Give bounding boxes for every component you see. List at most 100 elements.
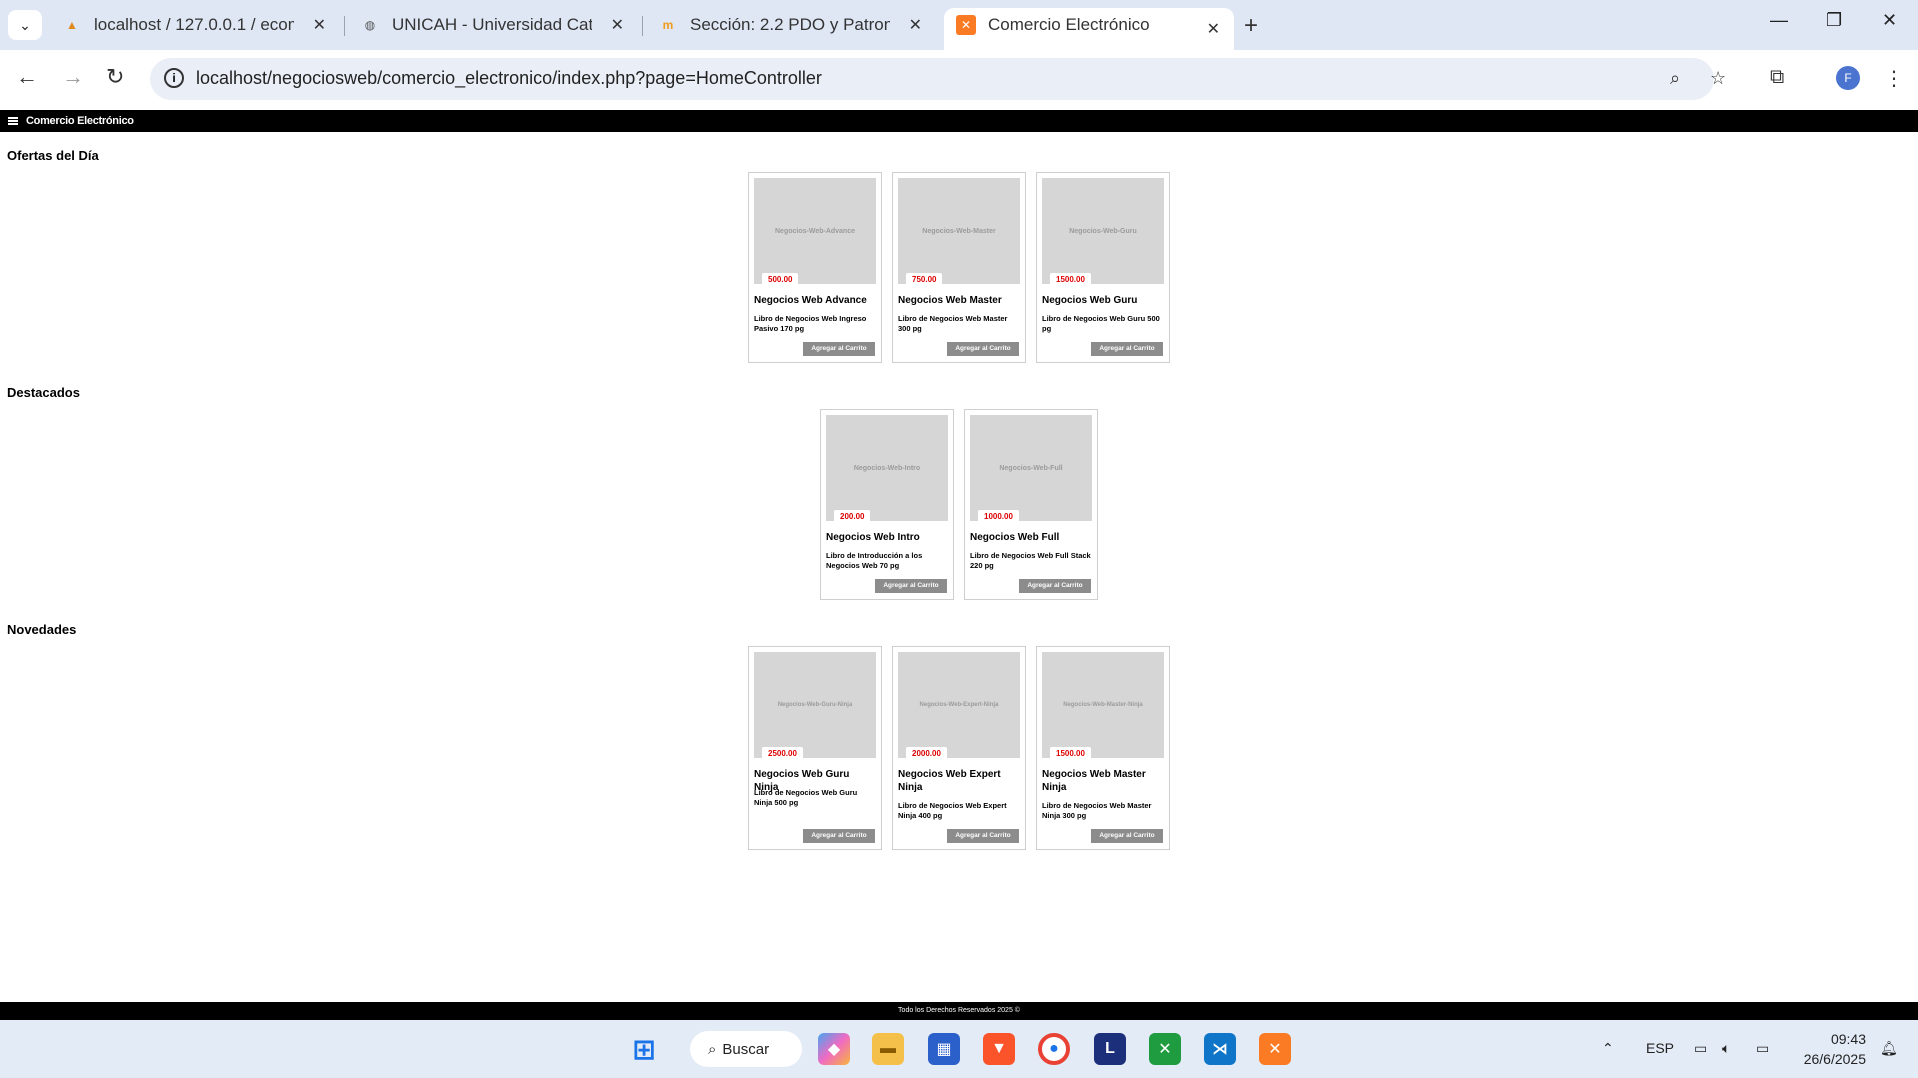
add-to-cart-button[interactable]: Agregar al Carrito — [1091, 342, 1163, 356]
product-image: Negocios-Web-Master-Ninja 1500.00 — [1042, 652, 1164, 760]
extensions-icon[interactable]: ⧉ — [1770, 66, 1784, 89]
site-title[interactable]: Comercio Electrónico — [26, 115, 134, 127]
product-price: 1500.00 — [1050, 273, 1091, 286]
menu-dots-icon[interactable]: ⋮ — [1884, 66, 1904, 91]
language-indicator[interactable]: ESP — [1646, 1040, 1674, 1056]
add-to-cart-button[interactable]: Agregar al Carrito — [803, 342, 875, 356]
product-card: Negocios-Web-Expert-Ninja 2000.00 Negocio… — [892, 646, 1026, 850]
hamburger-menu-icon[interactable] — [8, 117, 18, 125]
site-info-icon[interactable]: i — [164, 68, 184, 88]
add-to-cart-button[interactable]: Agregar al Carrito — [1019, 579, 1091, 593]
product-grid: Negocios-Web-Advance 500.00 Negocios Web … — [0, 172, 1918, 363]
add-to-cart-button[interactable]: Agregar al Carrito — [947, 829, 1019, 843]
section-destacados: Destacados Negocios-Web-Intro 200.00 Nego… — [0, 385, 1918, 601]
taskbar-search[interactable]: ⌕ Buscar — [690, 1031, 802, 1067]
product-image: Negocios-Web-Expert-Ninja 2000.00 — [898, 652, 1020, 760]
battery-icon[interactable]: ▭ — [1756, 1040, 1769, 1057]
product-name: Negocios Web Expert Ninja — [898, 769, 1001, 793]
product-card: Negocios-Web-Advance 500.00 Negocios Web … — [748, 172, 882, 363]
product-description: Libro de Negocios Web Guru 500 pg — [1042, 314, 1160, 333]
product-price: 2500.00 — [762, 747, 803, 760]
product-card: Negocios-Web-Guru-Ninja 2500.00 Negocios … — [748, 646, 882, 850]
phpmyadmin-icon: ▲ — [66, 18, 78, 32]
product-card: Negocios-Web-Intro 200.00 Negocios Web In… — [820, 409, 954, 600]
profile-avatar[interactable]: F — [1836, 66, 1860, 90]
new-tab-button[interactable]: + — [1244, 12, 1258, 40]
product-image: Negocios-Web-Advance 500.00 — [754, 178, 876, 286]
window-close-icon[interactable]: ✕ — [1882, 10, 1897, 31]
product-price: 200.00 — [834, 510, 871, 523]
taskbar: ⊞ ⌕ Buscar ◆ ▬ ▦ ▼ ● L ✕ ⋊ ✕ ⌃ ESP ▭ 🔈︎ … — [0, 1020, 1918, 1078]
product-description: Libro de Negocios Web Master 300 pg — [898, 314, 1008, 333]
chevron-down-icon: ⌄ — [19, 16, 31, 33]
copilot-icon[interactable]: ◆ — [818, 1033, 850, 1065]
product-description: Libro de Negocios Web Ingreso Pasivo 170… — [754, 314, 867, 333]
restore-icon[interactable]: ❐ — [1826, 10, 1842, 31]
url-text[interactable]: localhost/negociosweb/comercio_electroni… — [196, 68, 822, 89]
add-to-cart-button[interactable]: Agregar al Carrito — [947, 342, 1019, 356]
forward-arrow-icon[interactable]: → — [62, 64, 84, 90]
xampp-icon[interactable]: ✕ — [1259, 1033, 1291, 1065]
file-explorer-icon[interactable]: ▬ — [872, 1033, 904, 1065]
lens-icon[interactable]: L — [1094, 1033, 1126, 1065]
product-price: 2000.00 — [906, 747, 947, 760]
notification-bell-icon[interactable]: 🔔︎ — [1880, 1040, 1898, 1057]
chrome-icon[interactable]: ● — [1038, 1033, 1070, 1065]
zoom-icon[interactable]: ⌕ — [1670, 68, 1680, 89]
xbox-icon[interactable]: ✕ — [1149, 1033, 1181, 1065]
tab-comercio-electronico[interactable]: ✕ Comercio Electrónico ✕ — [944, 8, 1234, 50]
tab-search-button[interactable]: ⌄ — [8, 10, 42, 40]
brave-icon[interactable]: ▼ — [983, 1033, 1015, 1065]
site-header: Comercio Electrónico — [0, 110, 1918, 132]
search-icon: ⌕ — [708, 1040, 717, 1058]
product-name: Negocios Web Full — [970, 532, 1060, 543]
add-to-cart-button[interactable]: Agregar al Carrito — [803, 829, 875, 843]
tab-moodle[interactable]: m Sección: 2.2 PDO y Patron Work ✕ — [646, 8, 936, 42]
section-ofertas: Ofertas del Día Negocios-Web-Advance 500.… — [0, 148, 1918, 364]
taskbar-clock[interactable]: 09:43 26/6/2025 — [1796, 1029, 1866, 1069]
close-icon[interactable]: ✕ — [313, 15, 326, 35]
vscode-icon[interactable]: ⋊ — [1204, 1033, 1236, 1065]
product-image: Negocios-Web-Intro 200.00 — [826, 415, 948, 523]
network-icon[interactable]: ▭ — [1694, 1040, 1707, 1057]
volume-icon[interactable]: 🔈︎ — [1722, 1040, 1730, 1057]
microsoft-store-icon[interactable]: ▦ — [928, 1033, 960, 1065]
tab-phpmyadmin[interactable]: ▲ localhost / 127.0.0.1 / ecommerc ✕ — [50, 8, 340, 42]
minimize-icon[interactable]: — — [1770, 10, 1788, 31]
section-title: Ofertas del Día — [7, 148, 99, 163]
close-icon[interactable]: ✕ — [611, 15, 624, 35]
product-price: 750.00 — [906, 273, 943, 286]
product-description: Libro de Introducción a los Negocios Web… — [826, 551, 923, 570]
site-footer: Todo los Derechos Reservados 2025 © — [0, 1002, 1918, 1020]
section-title: Destacados — [7, 385, 80, 400]
tab-unicah[interactable]: ◍ UNICAH - Universidad Católica ✕ — [348, 8, 638, 42]
section-novedades: Novedades Negocios-Web-Guru-Ninja 2500.00… — [0, 622, 1918, 852]
add-to-cart-button[interactable]: Agregar al Carrito — [875, 579, 947, 593]
product-card: Negocios-Web-Master 750.00 Negocios Web M… — [892, 172, 1026, 363]
xampp-icon: ✕ — [956, 15, 976, 35]
windows-start-icon[interactable]: ⊞ — [628, 1033, 660, 1065]
reload-icon[interactable]: ↻ — [106, 64, 124, 90]
product-image: Negocios-Web-Guru-Ninja 2500.00 — [754, 652, 876, 760]
product-name: Negocios Web Master Ninja — [1042, 769, 1146, 793]
browser-tab-strip: ⌄ ▲ localhost / 127.0.0.1 / ecommerc ✕ ◍… — [0, 0, 1918, 50]
product-price: 500.00 — [762, 273, 799, 286]
address-bar[interactable]: i localhost/negociosweb/comercio_electro… — [150, 58, 1726, 100]
product-name: Negocios Web Intro — [826, 532, 920, 543]
close-icon[interactable]: ✕ — [909, 15, 922, 35]
product-grid: Negocios-Web-Guru-Ninja 2500.00 Negocios … — [0, 646, 1918, 850]
product-description: Libro de Negocios Web Guru Ninja 500 pg — [754, 788, 858, 807]
bookmark-star-icon[interactable]: ☆ — [1710, 68, 1726, 89]
tab-separator — [642, 16, 643, 36]
product-card: Negocios-Web-Full 1000.00 Negocios Web Fu… — [964, 409, 1098, 600]
product-description: Libro de Negocios Web Expert Ninja 400 p… — [898, 801, 1007, 820]
back-arrow-icon[interactable]: ← — [16, 64, 38, 90]
product-name: Negocios Web Master — [898, 295, 1002, 306]
product-image: Negocios-Web-Full 1000.00 — [970, 415, 1092, 523]
close-icon[interactable]: ✕ — [1207, 19, 1220, 39]
chevron-up-icon[interactable]: ⌃ — [1602, 1040, 1614, 1057]
add-to-cart-button[interactable]: Agregar al Carrito — [1091, 829, 1163, 843]
section-title: Novedades — [7, 622, 77, 637]
product-card: Negocios-Web-Guru 1500.00 Negocios Web Gu… — [1036, 172, 1170, 363]
product-card: Negocios-Web-Master-Ninja 1500.00 Negocio… — [1036, 646, 1170, 850]
